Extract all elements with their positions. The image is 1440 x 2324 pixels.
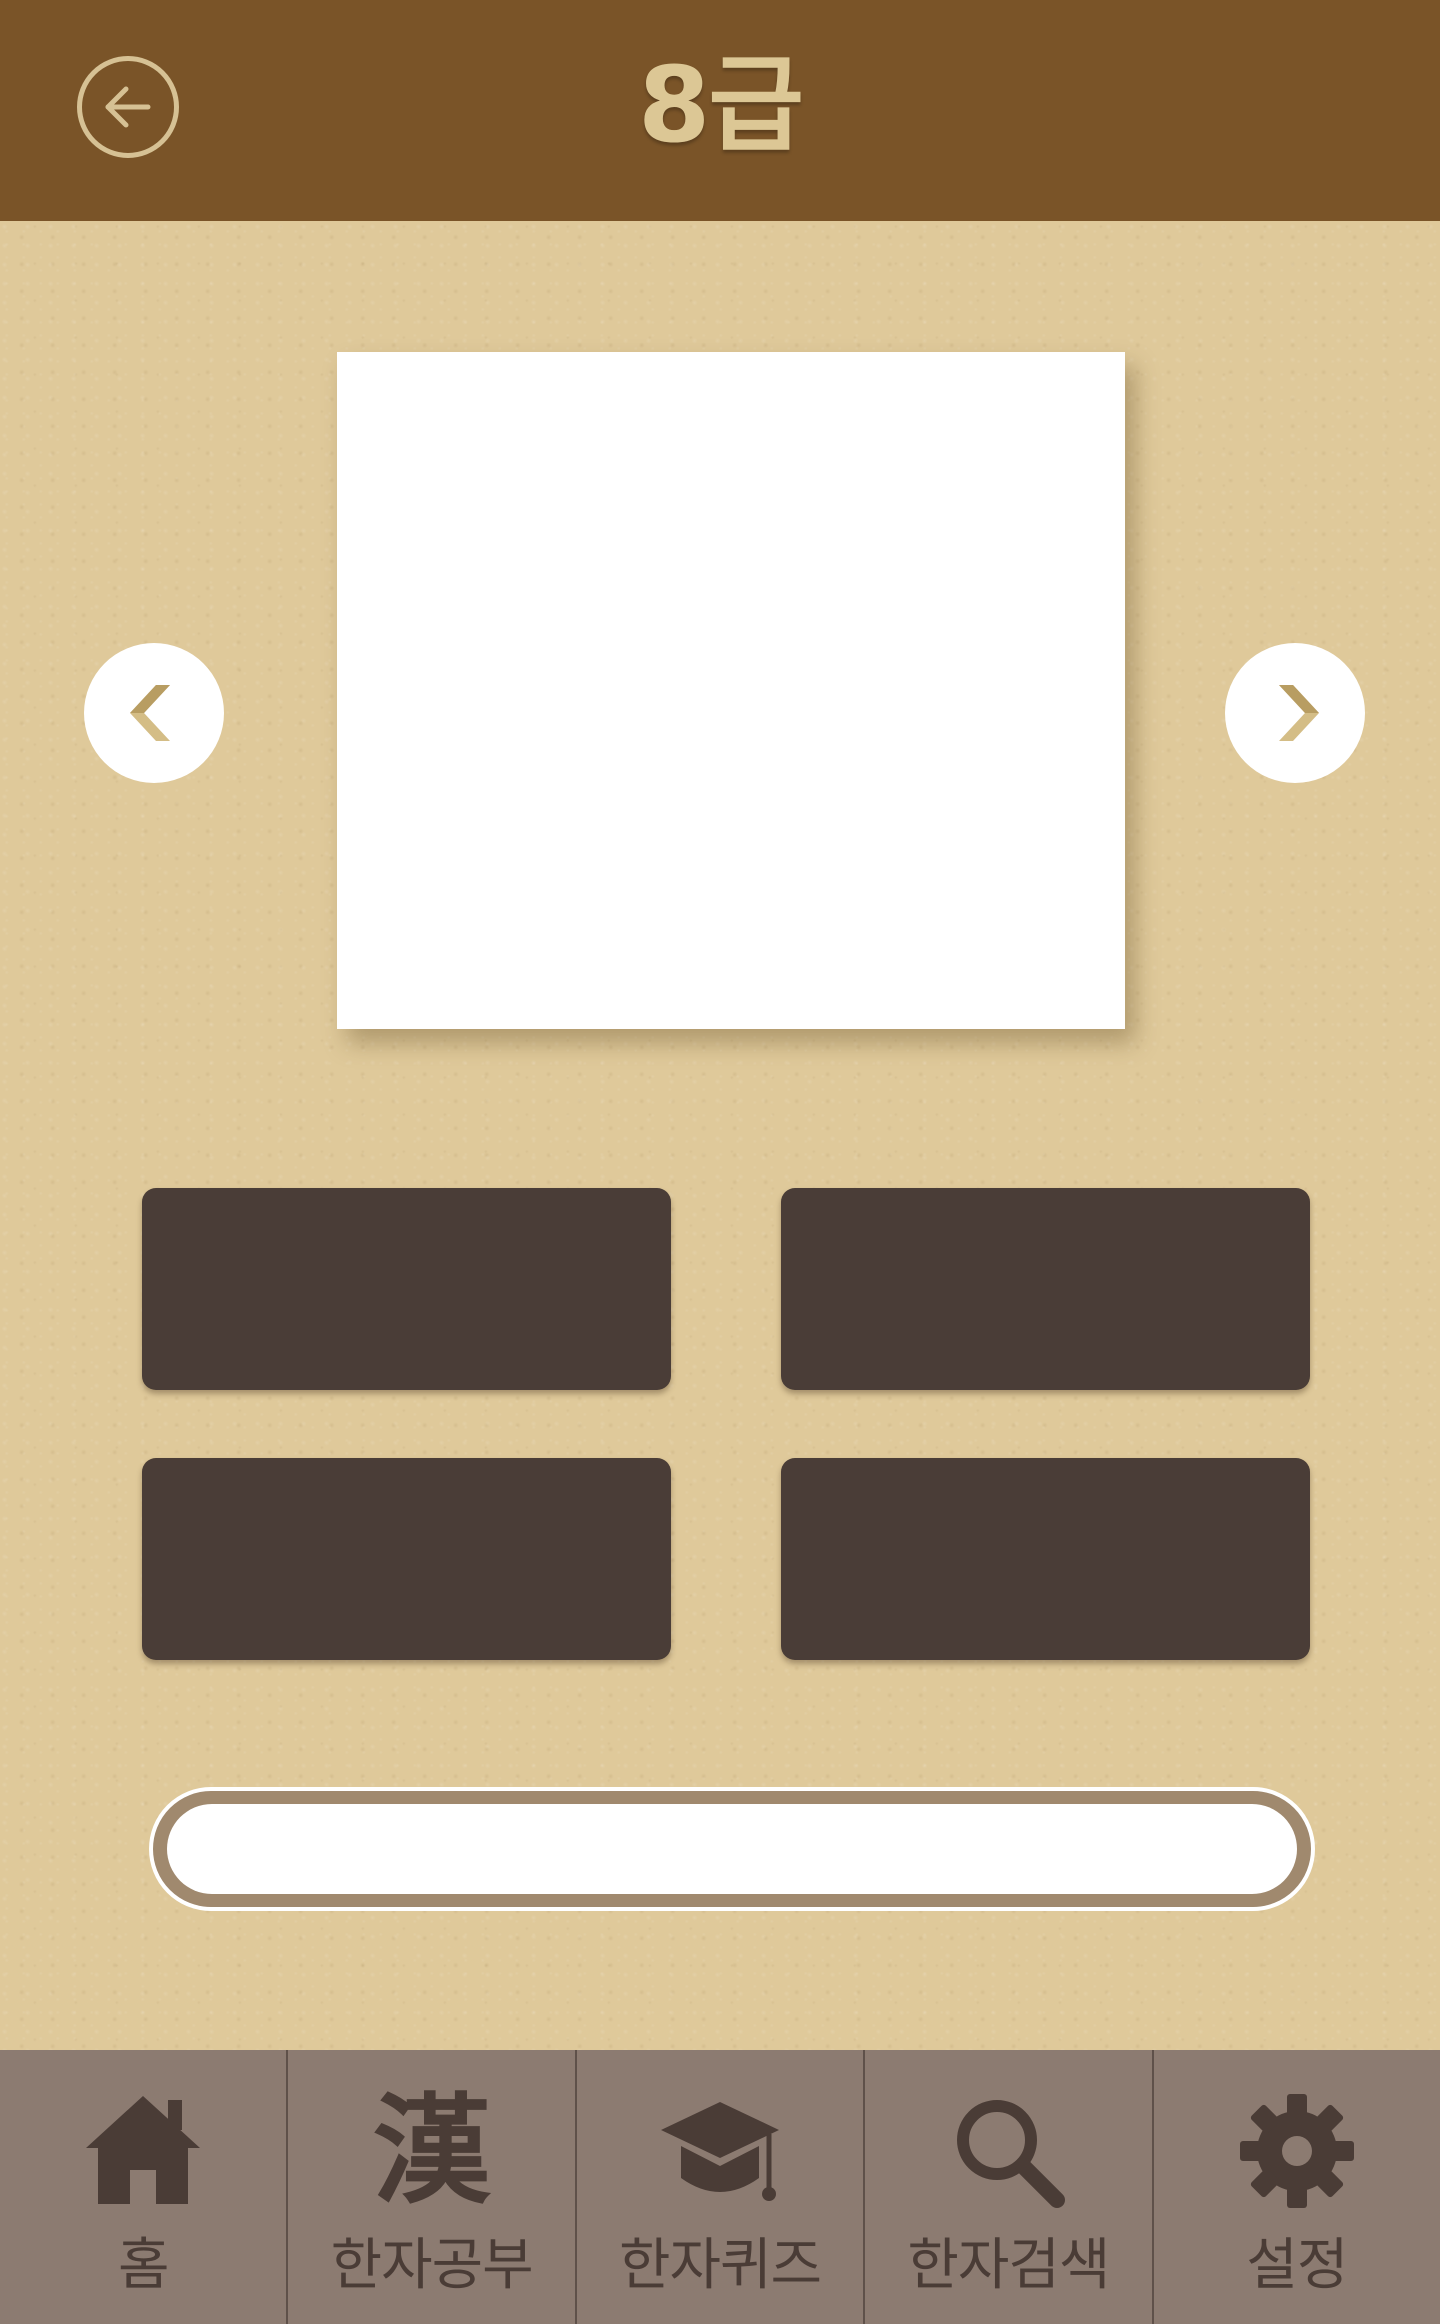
previous-button[interactable] bbox=[84, 643, 224, 783]
tab-settings[interactable]: 설정 bbox=[1151, 2050, 1440, 2324]
tab-label-home: 홈 bbox=[117, 2233, 170, 2298]
search-icon bbox=[865, 2086, 1151, 2216]
answer-button-4[interactable] bbox=[781, 1458, 1310, 1660]
tab-home[interactable]: 홈 bbox=[0, 2050, 286, 2324]
app-header: 8급 bbox=[0, 0, 1440, 221]
hanja-card bbox=[337, 352, 1125, 1029]
chevron-right-icon bbox=[1279, 685, 1319, 741]
chevron-left-icon bbox=[130, 685, 170, 741]
tab-hanja-study[interactable]: 漢 한자공부 bbox=[286, 2050, 574, 2324]
quiz-area bbox=[0, 221, 1440, 2050]
answer-button-1[interactable] bbox=[142, 1188, 671, 1390]
gear-icon bbox=[1154, 2086, 1440, 2216]
page-title: 8급 bbox=[637, 44, 804, 166]
tab-label-hanja-search: 한자검색 bbox=[907, 2233, 1110, 2298]
graduation-cap-icon bbox=[577, 2086, 863, 2216]
tab-hanja-quiz[interactable]: 한자퀴즈 bbox=[574, 2050, 863, 2324]
quiz-progress-bar bbox=[149, 1787, 1315, 1911]
tab-hanja-search[interactable]: 한자검색 bbox=[863, 2050, 1151, 2324]
tab-label-hanja-quiz: 한자퀴즈 bbox=[618, 2233, 822, 2298]
answer-button-2[interactable] bbox=[781, 1188, 1310, 1390]
home-icon bbox=[0, 2086, 286, 2216]
tab-label-settings: 설정 bbox=[1246, 2233, 1348, 2298]
answer-button-3[interactable] bbox=[142, 1458, 671, 1660]
tab-label-hanja-study: 한자공부 bbox=[330, 2233, 534, 2298]
quiz-progress-fill bbox=[167, 1804, 1297, 1894]
bottom-tab-bar: 홈 漢 한자공부 한자퀴즈 한자검색 설정 bbox=[0, 2050, 1440, 2324]
hanja-icon: 漢 bbox=[372, 2081, 491, 2220]
next-button[interactable] bbox=[1225, 643, 1365, 783]
